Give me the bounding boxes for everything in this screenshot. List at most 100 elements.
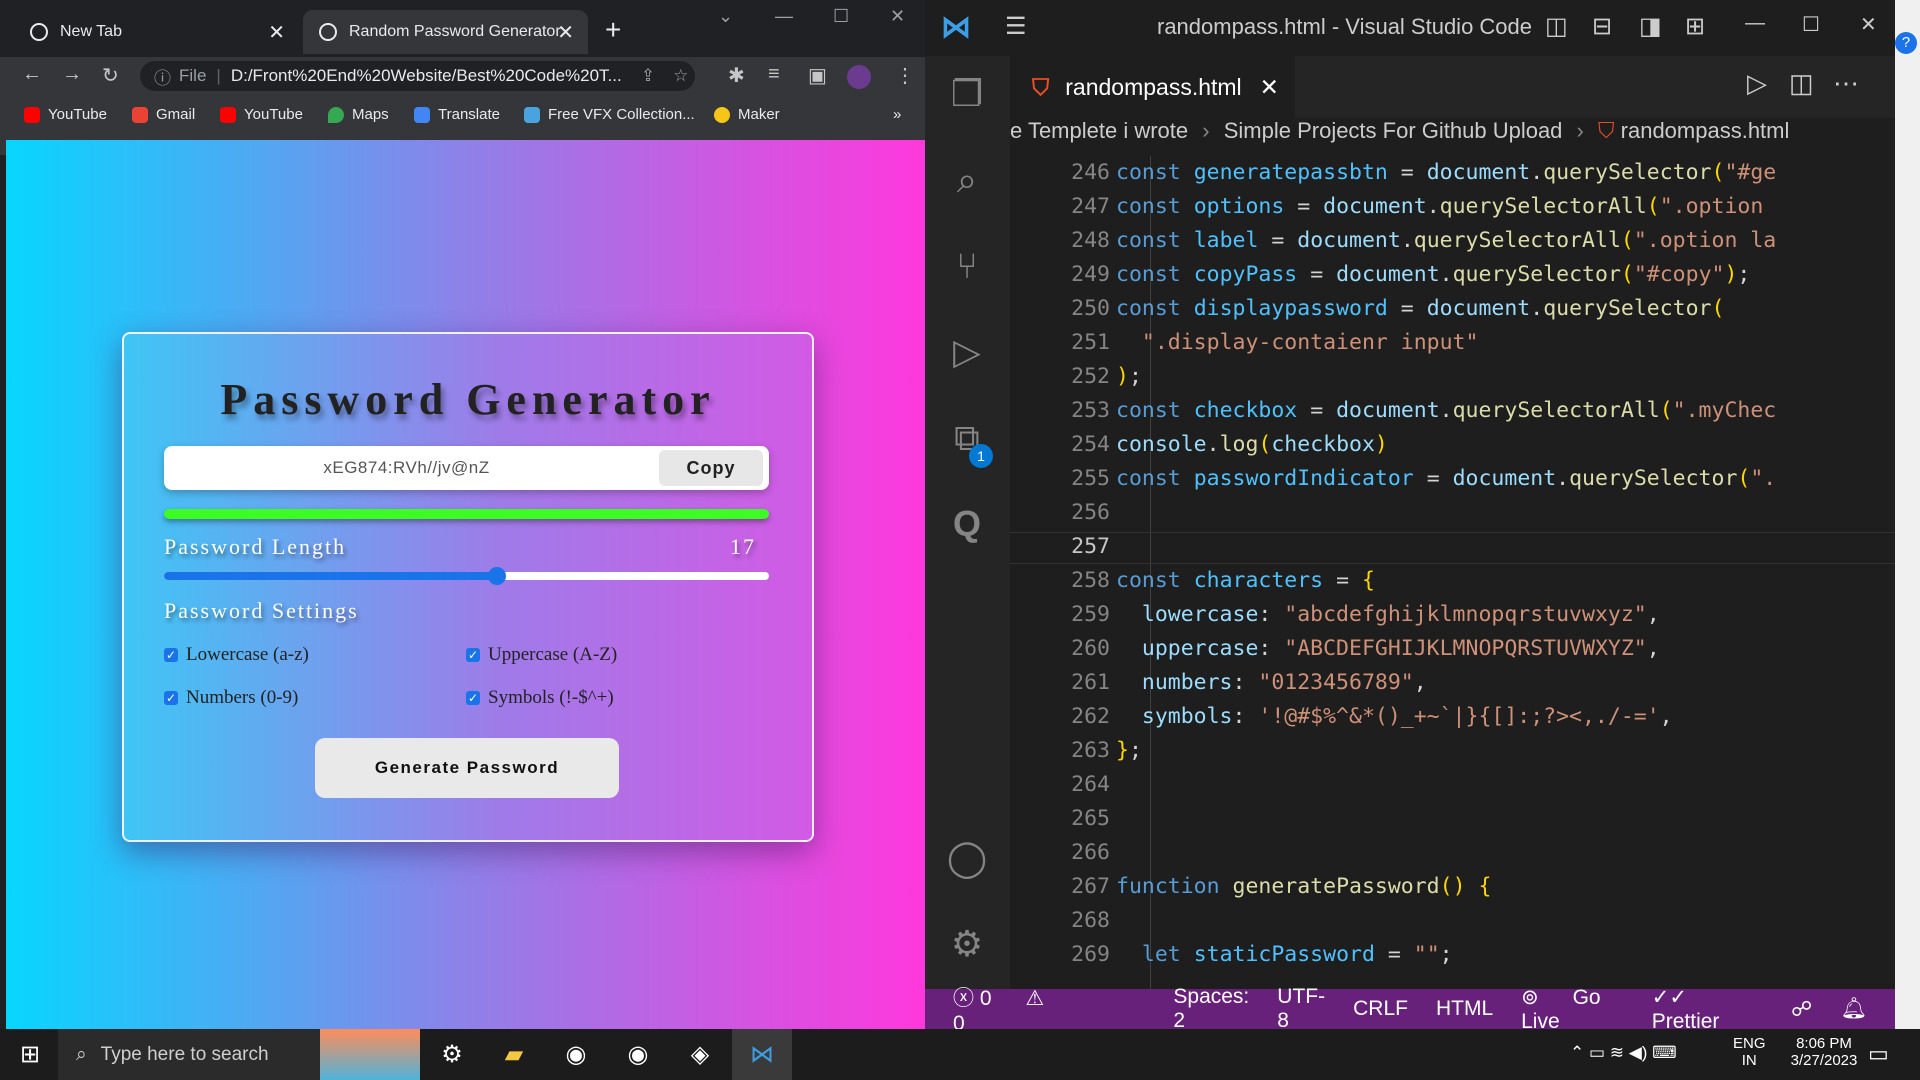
clock[interactable]: 8:06 PM 3/27/2023	[1779, 1035, 1869, 1069]
breadcrumb: e Templete i wrote › Simple Projects For…	[1010, 118, 1895, 156]
language-indicator[interactable]: ENG IN	[1733, 1035, 1766, 1069]
extensions-icon[interactable]: ✱	[728, 63, 745, 88]
star-icon[interactable]: ☆	[673, 66, 688, 86]
code-line: symbols: '!@#$%^&*()_+~`|}{[]:;?><,./-='…	[1141, 704, 1673, 729]
taskbar: ⊞ ⌕ Type here to search ⚙ ▰ ◉ ◉ ◈ ⋈ ⌃ ▭ …	[0, 1029, 1920, 1080]
reload-icon[interactable]: ↻	[102, 63, 119, 88]
run-icon[interactable]: ▷	[1747, 68, 1767, 99]
chrome-icon	[30, 23, 48, 41]
bookmark-translate[interactable]: Translate	[414, 106, 500, 123]
generate-button[interactable]: Generate Password	[315, 738, 619, 798]
account-icon[interactable]: ◯	[945, 836, 989, 880]
slider-thumb[interactable]	[487, 567, 506, 585]
bookmark-vfx[interactable]: Free VFX Collection...	[524, 106, 695, 123]
feedback-icon[interactable]: ☍	[1791, 997, 1812, 1022]
option-lowercase[interactable]: ✓ Lowercase (a-z)	[164, 644, 309, 666]
line-number: 260	[1071, 636, 1110, 661]
quokka-icon[interactable]: Q	[945, 502, 989, 546]
notes-app-icon[interactable]: ◈	[670, 1029, 730, 1080]
toggle-sidebar-icon[interactable]: ◫	[1545, 12, 1568, 41]
close-tab-icon[interactable]: ✕	[1260, 74, 1279, 101]
chrome-app-2-icon[interactable]: ◉	[608, 1029, 668, 1080]
maximize-icon[interactable]: ☐	[1802, 12, 1820, 37]
menu-icon[interactable]: ⋮	[895, 63, 915, 88]
breadcrumb-item[interactable]: e Templete i wrote	[1010, 118, 1188, 143]
problems-indicator[interactable]: ⓧ 0 ⚠ 0	[953, 982, 1045, 1036]
code-line: const passwordIndicator = document.query…	[1116, 466, 1777, 491]
minimize-icon[interactable]: —	[775, 6, 793, 27]
password-field[interactable]: xEG874:RVh//jv@nZ	[164, 446, 649, 490]
close-window-icon[interactable]: ✕	[890, 6, 905, 27]
layout-icon[interactable]: ⊞	[1685, 12, 1705, 41]
notification-icon[interactable]: ▭	[1868, 1041, 1889, 1067]
option-numbers[interactable]: ✓ Numbers (0-9)	[164, 687, 298, 709]
vscode-app-icon[interactable]: ⋈	[732, 1029, 792, 1080]
close-window-icon[interactable]: ✕	[1860, 12, 1877, 37]
option-uppercase[interactable]: ✓ Uppercase (A-Z)	[466, 644, 617, 666]
checkbox-checked-icon[interactable]: ✓	[466, 648, 480, 662]
golive-status[interactable]: ⊚ Go Live	[1521, 985, 1624, 1034]
explorer-icon[interactable]: ❐	[945, 72, 989, 116]
eol-status[interactable]: CRLF	[1353, 997, 1408, 1021]
run-debug-icon[interactable]: ▷	[945, 330, 989, 374]
source-control-icon[interactable]: ⑂	[945, 244, 989, 288]
bookmark-maker[interactable]: Maker	[714, 106, 780, 123]
search-icon[interactable]: ⌕	[945, 158, 989, 202]
checkbox-checked-icon[interactable]: ✓	[164, 691, 178, 705]
settings-app-icon[interactable]: ⚙	[422, 1029, 482, 1080]
sidepanel-icon[interactable]: ▣	[808, 63, 827, 88]
length-slider[interactable]	[164, 567, 769, 585]
tray-icons[interactable]: ⌃ ▭ ≋ ◀) ⌨	[1570, 1043, 1677, 1063]
close-tab-icon[interactable]: ✕	[557, 20, 574, 45]
avatar[interactable]	[847, 65, 871, 89]
prettier-status[interactable]: ✓✓ Prettier	[1652, 985, 1763, 1034]
minimize-icon[interactable]: —	[1745, 12, 1765, 35]
tab-password-generator[interactable]: Random Password Generator ✕	[303, 10, 588, 54]
code-line: const generatepassbtn = document.querySe…	[1116, 160, 1777, 185]
taskbar-search[interactable]: ⌕ Type here to search	[58, 1029, 320, 1080]
chrome-app-icon[interactable]: ◉	[546, 1029, 606, 1080]
bookmark-gmail[interactable]: Gmail	[132, 106, 195, 123]
more-bookmarks[interactable]: »	[893, 106, 901, 123]
vscode-logo-icon: ⋈	[941, 11, 971, 44]
indent-status[interactable]: Spaces: 2	[1173, 985, 1249, 1033]
tab-new-tab[interactable]: New Tab ✕	[14, 10, 299, 54]
bookmark-youtube-2[interactable]: YouTube	[220, 106, 303, 123]
help-icon[interactable]: ?	[1895, 32, 1917, 54]
bell-icon[interactable]: 🔔︎	[1840, 997, 1867, 1021]
code-editor[interactable]: 246 247 248 249 250 251 252 253 254 255 256 257 258 2…	[1010, 156, 1895, 989]
maximize-icon[interactable]: ☐	[833, 6, 849, 27]
file-explorer-icon[interactable]: ▰	[484, 1029, 544, 1080]
line-number: 250	[1071, 296, 1110, 321]
media-icon[interactable]: ≡	[768, 63, 780, 86]
menu-icon[interactable]: ☰	[1005, 12, 1027, 41]
start-windows-icon[interactable]: ⊞	[0, 1029, 60, 1080]
tab-search-icon[interactable]: ⌄	[718, 6, 733, 27]
settings-gear-icon[interactable]: ⚙	[945, 922, 989, 966]
back-icon[interactable]: ←	[22, 63, 42, 86]
language-status[interactable]: HTML	[1436, 997, 1493, 1021]
breadcrumb-item[interactable]: randompass.html	[1621, 118, 1790, 143]
toggle-secondary-icon[interactable]: ◨	[1639, 12, 1662, 41]
forward-icon[interactable]: →	[62, 63, 82, 86]
more-actions-icon[interactable]: ⋯	[1833, 68, 1859, 99]
split-editor-icon[interactable]: ◫	[1789, 68, 1814, 99]
option-symbols[interactable]: ✓ Symbols (!-$^+)	[466, 687, 614, 709]
toggle-panel-icon[interactable]: ⊟	[1592, 12, 1612, 41]
line-number: 249	[1071, 262, 1110, 287]
encoding-status[interactable]: UTF-8	[1277, 985, 1325, 1033]
share-icon[interactable]: ⇪	[641, 66, 655, 86]
news-widget[interactable]	[320, 1029, 420, 1080]
new-tab-button[interactable]: +	[605, 14, 621, 46]
bookmark-maps[interactable]: Maps	[328, 106, 389, 123]
address-bar[interactable]: ⓘ File | D:/Front%20End%20Website/Best%2…	[140, 61, 695, 91]
current-line-highlight	[1010, 532, 1895, 564]
checkbox-checked-icon[interactable]: ✓	[466, 691, 480, 705]
checkbox-checked-icon[interactable]: ✓	[164, 648, 178, 662]
copy-button[interactable]: Copy	[659, 450, 763, 486]
breadcrumb-item[interactable]: Simple Projects For Github Upload	[1224, 118, 1563, 143]
editor-tab[interactable]: ⛉ randompass.html ✕	[1010, 56, 1295, 118]
desktop-edge: ?	[1895, 0, 1920, 1029]
close-tab-icon[interactable]: ✕	[268, 20, 285, 45]
bookmark-youtube[interactable]: YouTube	[24, 106, 107, 123]
